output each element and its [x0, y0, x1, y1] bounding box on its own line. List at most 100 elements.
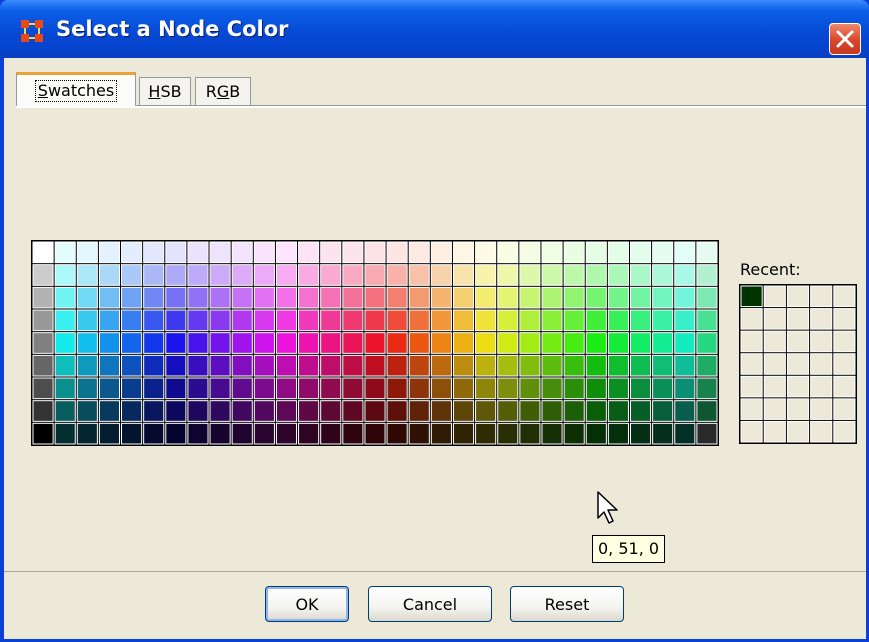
- color-swatch[interactable]: [342, 400, 364, 422]
- color-swatch[interactable]: [98, 241, 121, 264]
- color-swatch[interactable]: [475, 286, 497, 309]
- color-swatch[interactable]: [364, 286, 386, 309]
- color-swatch[interactable]: [320, 332, 342, 354]
- recent-color-swatch[interactable]: [810, 330, 833, 353]
- color-swatch[interactable]: [342, 286, 364, 309]
- color-swatch[interactable]: [475, 377, 497, 400]
- color-swatch[interactable]: [696, 241, 718, 264]
- color-swatch[interactable]: [298, 377, 320, 400]
- color-swatch[interactable]: [54, 286, 76, 309]
- color-swatch[interactable]: [98, 286, 121, 309]
- color-swatch[interactable]: [98, 264, 121, 286]
- color-swatch[interactable]: [165, 332, 187, 354]
- swatch-palette-canvas[interactable]: [32, 241, 718, 445]
- color-swatch[interactable]: [629, 309, 652, 332]
- color-swatch[interactable]: [76, 309, 98, 332]
- color-swatch[interactable]: [475, 332, 497, 354]
- color-swatch[interactable]: [364, 309, 386, 332]
- color-swatch[interactable]: [696, 422, 718, 445]
- color-swatch[interactable]: [652, 241, 674, 264]
- color-swatch[interactable]: [386, 354, 408, 377]
- color-swatch[interactable]: [541, 286, 563, 309]
- color-swatch[interactable]: [76, 422, 98, 445]
- color-swatch[interactable]: [519, 422, 541, 445]
- color-swatch[interactable]: [275, 286, 298, 309]
- color-swatch[interactable]: [497, 264, 519, 286]
- color-swatch[interactable]: [342, 354, 364, 377]
- color-swatch[interactable]: [342, 309, 364, 332]
- color-swatch[interactable]: [54, 241, 76, 264]
- color-swatch[interactable]: [121, 241, 143, 264]
- color-swatch[interactable]: [98, 332, 121, 354]
- recent-color-swatch[interactable]: [833, 375, 856, 398]
- color-swatch[interactable]: [652, 354, 674, 377]
- color-swatch[interactable]: [275, 332, 298, 354]
- color-swatch[interactable]: [585, 377, 607, 400]
- color-swatch[interactable]: [209, 286, 231, 309]
- color-swatch[interactable]: [430, 332, 452, 354]
- color-swatch[interactable]: [408, 332, 430, 354]
- recent-color-swatch[interactable]: [740, 285, 763, 308]
- color-swatch[interactable]: [364, 241, 386, 264]
- color-swatch[interactable]: [585, 286, 607, 309]
- color-swatch[interactable]: [32, 309, 54, 332]
- ok-button[interactable]: OK: [265, 586, 349, 622]
- color-swatch[interactable]: [585, 422, 607, 445]
- color-swatch[interactable]: [275, 400, 298, 422]
- color-swatch[interactable]: [563, 354, 585, 377]
- recent-color-swatch[interactable]: [833, 330, 856, 353]
- color-swatch[interactable]: [629, 264, 652, 286]
- color-swatch[interactable]: [408, 286, 430, 309]
- color-swatch[interactable]: [342, 332, 364, 354]
- color-swatch[interactable]: [76, 264, 98, 286]
- color-swatch[interactable]: [497, 377, 519, 400]
- color-swatch[interactable]: [629, 354, 652, 377]
- color-swatch[interactable]: [364, 400, 386, 422]
- color-swatch[interactable]: [674, 241, 696, 264]
- color-swatch[interactable]: [452, 400, 475, 422]
- color-swatch[interactable]: [121, 354, 143, 377]
- color-swatch[interactable]: [452, 377, 475, 400]
- color-swatch[interactable]: [519, 264, 541, 286]
- color-swatch[interactable]: [629, 422, 652, 445]
- color-swatch[interactable]: [121, 422, 143, 445]
- color-swatch[interactable]: [585, 241, 607, 264]
- color-swatch[interactable]: [585, 309, 607, 332]
- color-swatch[interactable]: [253, 309, 275, 332]
- color-swatch[interactable]: [386, 400, 408, 422]
- color-swatch[interactable]: [54, 309, 76, 332]
- color-swatch[interactable]: [253, 241, 275, 264]
- color-swatch[interactable]: [231, 264, 253, 286]
- color-swatch[interactable]: [607, 241, 629, 264]
- color-swatch[interactable]: [165, 264, 187, 286]
- color-swatch[interactable]: [209, 332, 231, 354]
- color-swatch[interactable]: [430, 377, 452, 400]
- recent-color-swatch[interactable]: [786, 308, 810, 330]
- color-swatch[interactable]: [408, 422, 430, 445]
- color-swatch[interactable]: [408, 400, 430, 422]
- color-swatch[interactable]: [143, 286, 165, 309]
- color-swatch[interactable]: [187, 400, 209, 422]
- color-swatch[interactable]: [475, 264, 497, 286]
- color-swatch[interactable]: [386, 264, 408, 286]
- color-swatch[interactable]: [408, 309, 430, 332]
- recent-color-swatch[interactable]: [810, 420, 833, 443]
- color-swatch[interactable]: [298, 286, 320, 309]
- color-swatch[interactable]: [629, 400, 652, 422]
- tab-hsb[interactable]: HSB: [139, 77, 191, 105]
- color-swatch[interactable]: [497, 286, 519, 309]
- color-swatch[interactable]: [320, 309, 342, 332]
- color-swatch[interactable]: [652, 422, 674, 445]
- color-swatch[interactable]: [32, 332, 54, 354]
- recent-color-swatch[interactable]: [833, 353, 856, 375]
- color-swatch[interactable]: [253, 354, 275, 377]
- color-swatch[interactable]: [76, 286, 98, 309]
- color-swatch[interactable]: [231, 286, 253, 309]
- color-swatch[interactable]: [165, 241, 187, 264]
- color-swatch[interactable]: [674, 400, 696, 422]
- color-swatch[interactable]: [231, 354, 253, 377]
- color-swatch[interactable]: [585, 354, 607, 377]
- color-swatch[interactable]: [121, 309, 143, 332]
- color-swatch[interactable]: [76, 241, 98, 264]
- color-swatch[interactable]: [54, 377, 76, 400]
